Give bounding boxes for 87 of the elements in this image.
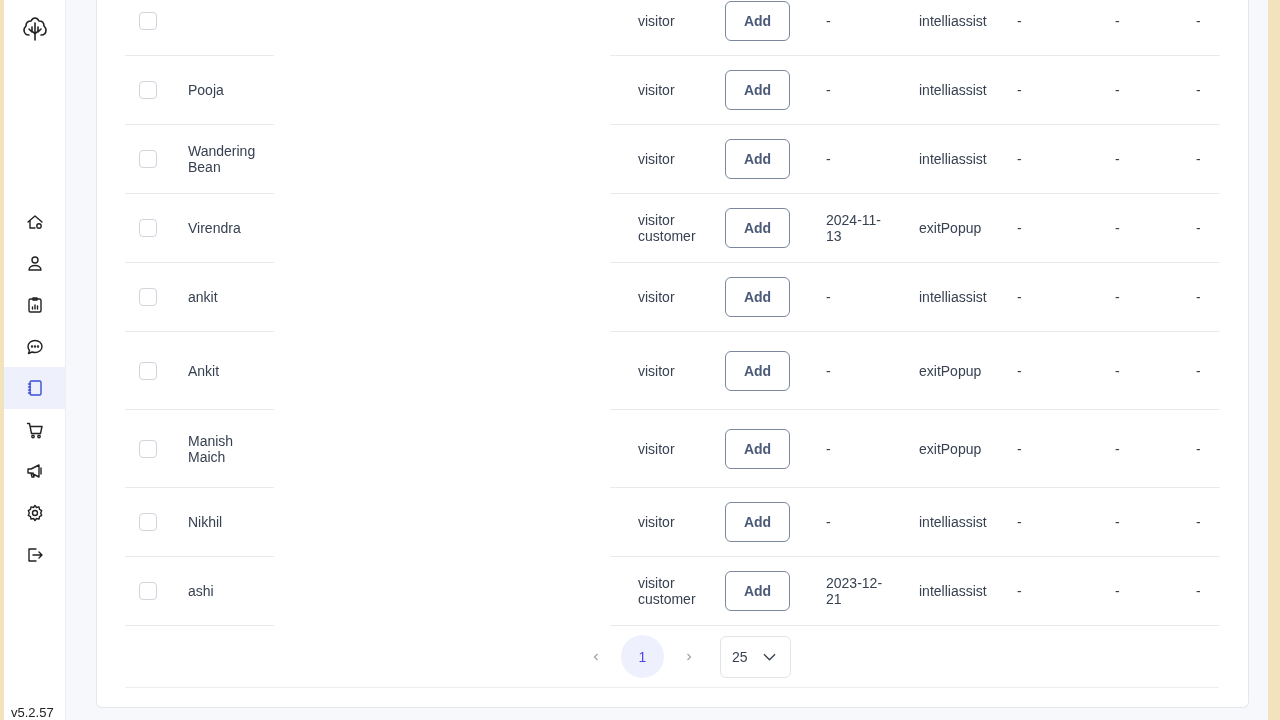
table-cell: -: [1017, 220, 1022, 236]
name-cell: Ankit: [188, 362, 220, 379]
source-cell: intelliassist: [919, 514, 987, 530]
table-cell: -: [1196, 220, 1201, 236]
type-cell: visitor customer: [638, 575, 696, 607]
chevron-down-icon: [763, 652, 776, 661]
add-button[interactable]: Add: [725, 502, 790, 542]
name-cell-text: Wandering Bean: [188, 143, 257, 175]
add-button[interactable]: Add: [725, 208, 790, 248]
table-cell: -: [1115, 514, 1120, 530]
source-cell: intelliassist: [919, 289, 987, 305]
add-button[interactable]: Add: [725, 428, 790, 469]
table-cell: -: [1196, 13, 1201, 29]
name-cell: Pooja: [188, 82, 224, 98]
table-cell: -: [1196, 583, 1201, 599]
row-checkbox[interactable]: [139, 12, 157, 30]
table-cell: -: [1115, 13, 1120, 29]
date-cell: -: [826, 151, 831, 167]
table-cell: -: [1017, 440, 1022, 457]
source-cell: intelliassist: [919, 151, 987, 167]
date-cell: -: [826, 13, 831, 29]
row-checkbox[interactable]: [139, 288, 157, 306]
row-checkbox[interactable]: [139, 150, 157, 168]
table-cell: -: [1115, 362, 1120, 379]
date-cell-text: 2023-12-21: [826, 575, 884, 607]
table-cell: -: [1196, 289, 1201, 305]
add-button[interactable]: Add: [725, 139, 790, 179]
date-cell: -: [826, 440, 831, 457]
name-cell: Virendra: [188, 220, 241, 236]
table-cell: -: [1115, 82, 1120, 98]
type-cell: visitor: [638, 514, 675, 530]
table-cell: -: [1196, 440, 1201, 457]
tree-logo-icon: [20, 15, 49, 43]
table-cell: -: [1115, 220, 1120, 236]
name-cell: ashi: [188, 583, 214, 599]
add-button[interactable]: Add: [725, 70, 790, 110]
add-button[interactable]: Add: [725, 350, 790, 391]
row-checkbox[interactable]: [139, 513, 157, 531]
date-cell: -: [826, 514, 831, 530]
row-checkbox[interactable]: [139, 439, 157, 458]
table-cell: -: [1115, 289, 1120, 305]
source-cell: exitPopup: [919, 220, 982, 236]
type-cell: visitor customer: [638, 212, 696, 244]
table-cell: -: [1017, 362, 1022, 379]
next-page-icon[interactable]: [684, 651, 694, 662]
table-cell: -: [1017, 13, 1022, 29]
table-cell: -: [1017, 583, 1022, 599]
row-checkbox[interactable]: [139, 582, 157, 600]
page-button[interactable]: 1: [621, 635, 664, 678]
type-cell: visitor: [638, 151, 675, 167]
date-cell: -: [826, 82, 831, 98]
type-cell: visitor: [638, 362, 675, 379]
name-cell: ankit: [188, 289, 218, 305]
type-cell: visitor: [638, 440, 675, 457]
type-cell: visitor: [638, 13, 675, 29]
source-cell: intelliassist: [919, 82, 987, 98]
row-checkbox[interactable]: [139, 81, 157, 99]
row-checkbox[interactable]: [139, 361, 157, 380]
name-cell: Nikhil: [188, 514, 223, 530]
date-cell: -: [826, 362, 831, 379]
table-cell: -: [1017, 82, 1022, 98]
date-cell-text: 2024-11-13: [826, 212, 882, 244]
source-cell: intelliassist: [919, 13, 987, 29]
page-size-select[interactable]: 25: [720, 635, 791, 678]
table-cell: -: [1017, 289, 1022, 305]
add-button[interactable]: Add: [725, 571, 790, 611]
type-cell: visitor: [638, 289, 675, 305]
table-cell: -: [1196, 151, 1201, 167]
table-cell: -: [1196, 82, 1201, 98]
source-cell: intelliassist: [919, 583, 987, 599]
table-cell: -: [1196, 362, 1201, 379]
table-cell: -: [1017, 151, 1022, 167]
table-cell: -: [1017, 514, 1022, 530]
previous-page-icon[interactable]: [591, 651, 601, 662]
source-cell: exitPopup: [919, 362, 982, 379]
add-button[interactable]: Add: [725, 1, 790, 41]
name-cell-text: Manish Maich: [188, 432, 235, 465]
type-cell: visitor: [638, 82, 675, 98]
table-cell: -: [1196, 514, 1201, 530]
source-cell: exitPopup: [919, 440, 982, 457]
version-label: v5.2.57: [11, 705, 54, 720]
row-checkbox[interactable]: [139, 219, 157, 237]
table-cell: -: [1115, 151, 1120, 167]
table-cell: -: [1115, 583, 1120, 599]
add-button[interactable]: Add: [725, 277, 790, 317]
table-cell: -: [1115, 440, 1120, 457]
date-cell: -: [826, 289, 831, 305]
